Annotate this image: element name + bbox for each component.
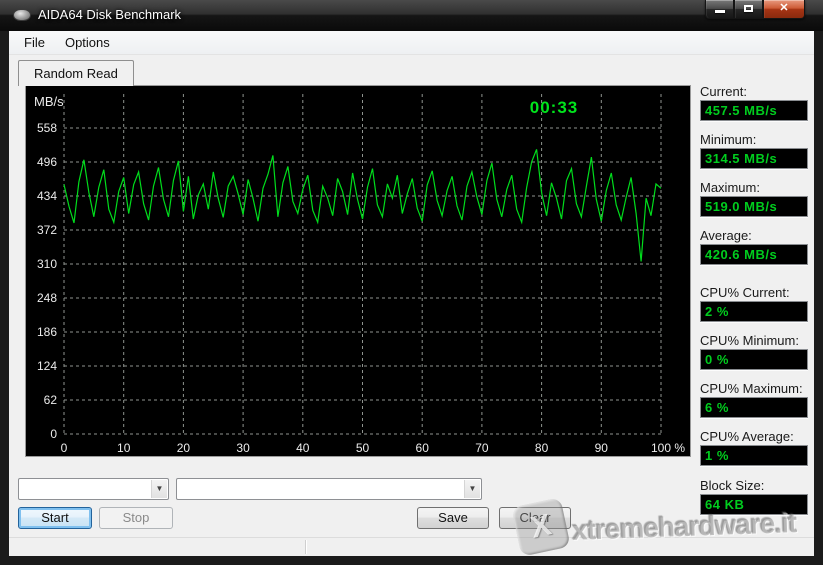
y-tick-label: 434 [37, 189, 57, 203]
stat-label-cpu-average: CPU% Average: [700, 429, 812, 444]
stop-button[interactable]: Stop [99, 507, 173, 529]
x-tick-label: 100 % [651, 441, 685, 455]
stat-label-minimum: Minimum: [700, 132, 812, 147]
disk-icon [13, 9, 31, 21]
start-button[interactable]: Start [18, 507, 92, 529]
stat-label-cpu-current: CPU% Current: [700, 285, 812, 300]
x-tick-label: 50 [356, 441, 370, 455]
y-tick-label: 310 [37, 257, 57, 271]
minimize-icon [715, 10, 725, 13]
window-title: AIDA64 Disk Benchmark [38, 7, 181, 22]
chevron-down-icon: ▼ [151, 480, 167, 498]
stat-label-cpu-maximum: CPU% Maximum: [700, 381, 812, 396]
stat-value-average: 420.6 MB/s [700, 244, 808, 265]
status-bar-divider [305, 540, 306, 554]
x-tick-label: 30 [236, 441, 250, 455]
stat-value-minimum: 314.5 MB/s [700, 148, 808, 169]
elapsed-timer: 00:33 [530, 98, 578, 117]
close-icon: ✕ [779, 2, 788, 14]
benchmark-chart: 0 10 20 30 40 50 60 70 80 90 100 % 0 62 124 186 248 310 3… [25, 85, 691, 457]
close-button[interactable]: ✕ [763, 0, 805, 19]
x-tick-label: 60 [416, 441, 430, 455]
drive-select[interactable]: Disk Drive #0 [SPCC SSD101] (111.8 GB) ▼ [176, 478, 482, 500]
stat-value-cpu-maximum: 6 % [700, 397, 808, 418]
stat-value-current: 457.5 MB/s [700, 100, 808, 121]
maximize-icon [744, 5, 753, 12]
stat-label-average: Average: [700, 228, 812, 243]
title-bar: AIDA64 Disk Benchmark ✕ [0, 0, 823, 31]
x-tick-label: 40 [296, 441, 310, 455]
stat-value-cpu-current: 2 % [700, 301, 808, 322]
chart-svg: 0 10 20 30 40 50 60 70 80 90 100 % 0 62 124 186 248 310 3… [26, 86, 690, 456]
y-tick-label: 124 [37, 359, 57, 373]
stat-value-cpu-average: 1 % [700, 445, 808, 466]
x-tick-label: 90 [595, 441, 609, 455]
menu-options[interactable]: Options [55, 32, 120, 53]
menu-bar: File Options [9, 31, 814, 55]
y-tick-label: 186 [37, 325, 57, 339]
stat-label-current: Current: [700, 84, 812, 99]
x-tick-label: 0 [61, 441, 68, 455]
clear-button[interactable]: Clear [499, 507, 571, 529]
stat-value-cpu-minimum: 0 % [700, 349, 808, 370]
window-controls: ✕ [705, 0, 805, 19]
y-axis-unit-label: MB/s [34, 94, 64, 109]
y-tick-label: 558 [37, 121, 57, 135]
x-tick-label: 10 [117, 441, 131, 455]
stat-label-maximum: Maximum: [700, 180, 812, 195]
stat-value-block-size: 64 KB [700, 494, 808, 515]
status-bar [9, 537, 814, 556]
stat-label-cpu-minimum: CPU% Minimum: [700, 333, 812, 348]
benchmark-type-select[interactable]: Random Read ▼ [18, 478, 169, 500]
stat-value-maximum: 519.0 MB/s [700, 196, 808, 217]
x-tick-label: 80 [535, 441, 549, 455]
y-tick-label: 62 [44, 393, 58, 407]
y-tick-label: 496 [37, 155, 57, 169]
x-tick-label: 70 [475, 441, 489, 455]
y-tick-label: 0 [50, 427, 57, 441]
minimize-button[interactable] [705, 0, 734, 19]
maximize-button[interactable] [734, 0, 763, 19]
stat-label-block-size: Block Size: [700, 478, 812, 493]
chevron-down-icon: ▼ [464, 480, 480, 498]
y-tick-label: 372 [37, 223, 57, 237]
x-tick-label: 20 [177, 441, 191, 455]
client-area: File Options Random Read 0 10 20 30 40 50 60 70… [9, 31, 814, 556]
save-button[interactable]: Save [417, 507, 489, 529]
tab-random-read[interactable]: Random Read [18, 60, 134, 86]
y-tick-label: 248 [37, 291, 57, 305]
menu-file[interactable]: File [14, 32, 55, 53]
